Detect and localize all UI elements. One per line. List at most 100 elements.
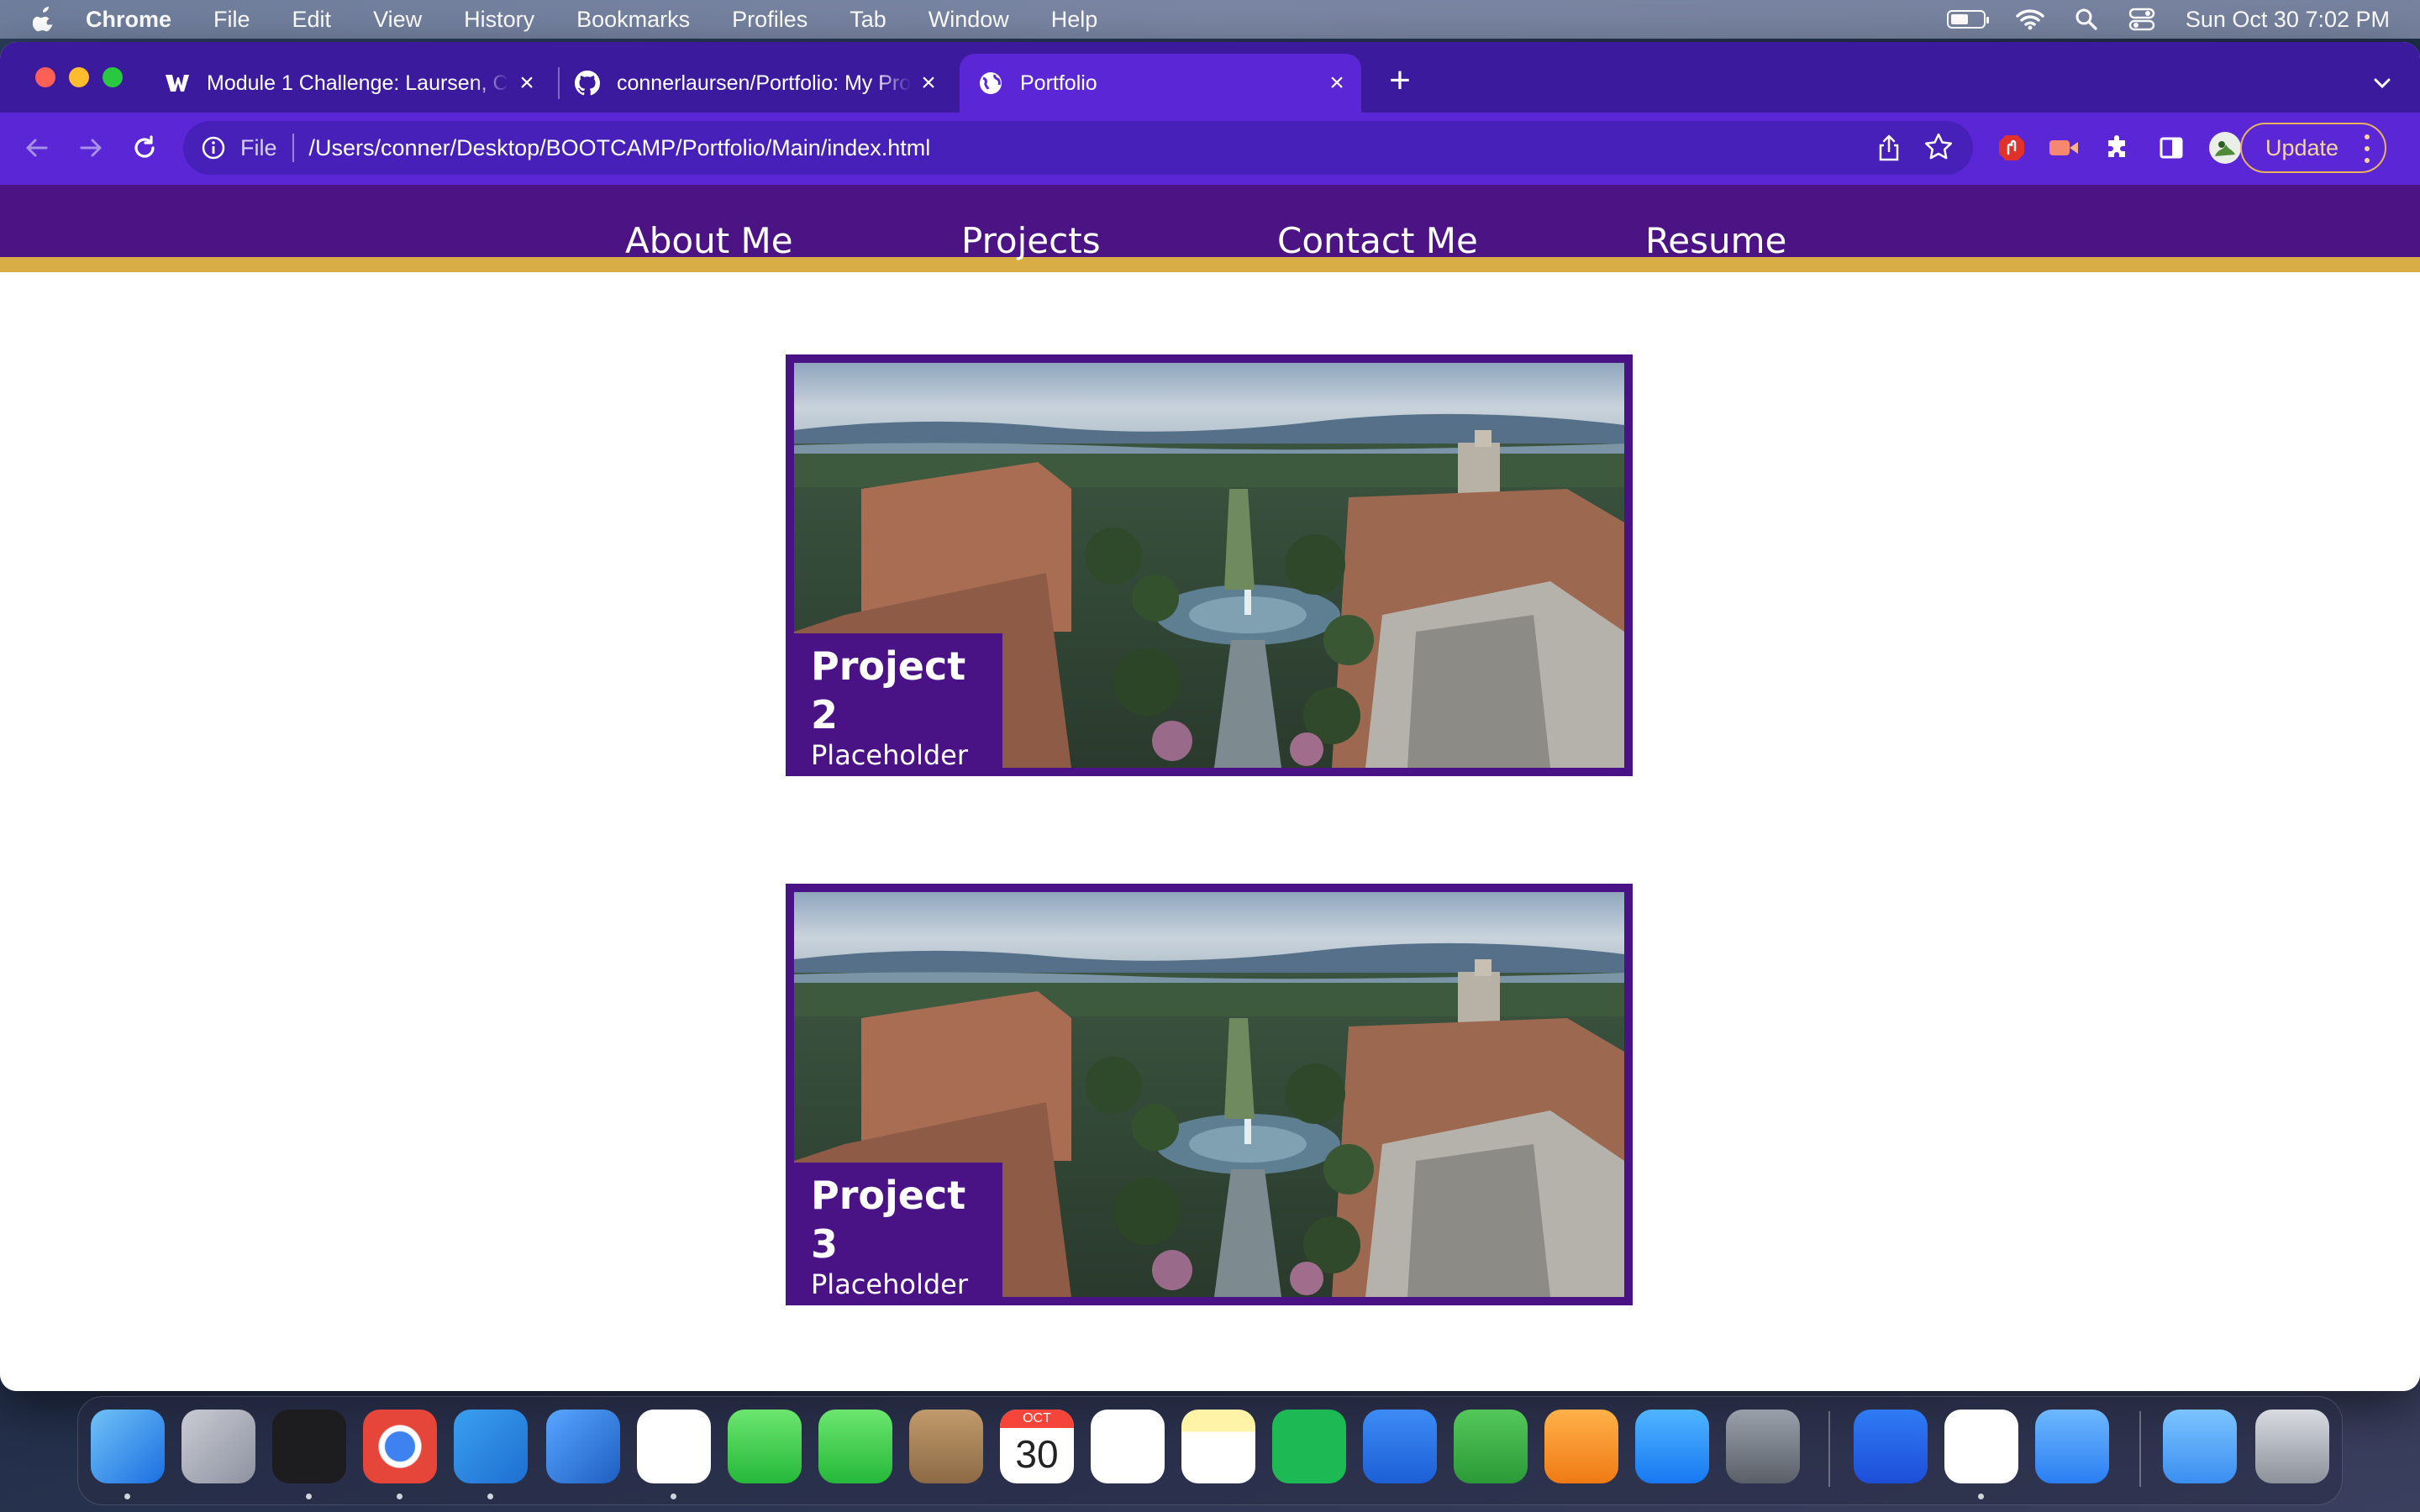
calendar-month: OCT — [1000, 1410, 1074, 1428]
close-tab-icon[interactable]: × — [514, 69, 539, 97]
menu-tab[interactable]: Tab — [850, 7, 886, 33]
menu-clock[interactable]: Sun Oct 30 7:02 PM — [2186, 7, 2390, 33]
new-tab-button[interactable]: + — [1383, 62, 1417, 99]
address-bar[interactable]: File /Users/conner/Desktop/BOOTCAMP/Port… — [183, 121, 1973, 175]
menu-help[interactable]: Help — [1051, 7, 1098, 33]
dock-chrome-icon[interactable] — [363, 1410, 437, 1483]
menu-history[interactable]: History — [464, 7, 534, 33]
tab-separator — [558, 67, 560, 99]
share-icon[interactable] — [1874, 133, 1904, 163]
menu-bookmarks[interactable]: Bookmarks — [576, 7, 690, 33]
browser-toolbar: File /Users/conner/Desktop/BOOTCAMP/Port… — [0, 113, 2420, 185]
dock-calendar-icon[interactable]: OCT 30 — [1000, 1410, 1074, 1483]
tab-github-portfolio[interactable]: connerlaursen/Portfolio: My Pro × — [575, 54, 953, 113]
site-nav-bar: About Me Projects Contact Me Resume — [0, 185, 2420, 272]
menu-app-name[interactable]: Chrome — [86, 7, 171, 33]
dock-finder-icon[interactable] — [91, 1410, 165, 1483]
tab-search-chevron-icon[interactable] — [2370, 71, 2395, 96]
dock-running-indicator — [487, 1494, 493, 1499]
dock-running-indicator — [397, 1494, 402, 1499]
menu-edit[interactable]: Edit — [292, 7, 332, 33]
nav-link-resume[interactable]: Resume — [1645, 220, 1786, 261]
project-caption: Project 2 Placeholder — [794, 633, 1002, 768]
dock-messages-icon[interactable] — [728, 1410, 802, 1483]
tab-title: Module 1 Challenge: Laursen, C — [207, 71, 508, 95]
dock-terminal-icon[interactable] — [272, 1410, 346, 1483]
url-text[interactable]: /Users/conner/Desktop/BOOTCAMP/Portfolio… — [309, 135, 931, 161]
profile-avatar[interactable] — [2208, 131, 2242, 165]
dock-pages-icon[interactable] — [1544, 1410, 1618, 1483]
menu-view[interactable]: View — [373, 7, 422, 33]
control-center-icon[interactable] — [2128, 8, 2155, 31]
calendar-day: 30 — [1015, 1432, 1059, 1476]
dock-facetime-icon[interactable] — [818, 1410, 892, 1483]
dock-xcode-icon[interactable] — [546, 1410, 620, 1483]
dock-app-store-icon[interactable] — [1635, 1410, 1709, 1483]
dock-notes-icon[interactable] — [1181, 1410, 1255, 1483]
dock-running-indicator — [124, 1494, 130, 1499]
menu-file[interactable]: File — [213, 7, 250, 33]
tab-title: connerlaursen/Portfolio: My Pro — [617, 71, 911, 95]
extensions-puzzle-icon[interactable] — [2101, 131, 2134, 165]
close-tab-icon[interactable]: × — [916, 69, 941, 97]
dock-slack-icon[interactable] — [637, 1410, 711, 1483]
extension-screencast-icon[interactable] — [2047, 131, 2081, 165]
nav-link-contact-me[interactable]: Contact Me — [1277, 220, 1478, 261]
dock-numbers-icon[interactable] — [1454, 1410, 1528, 1483]
dock-keynote-icon[interactable] — [1363, 1410, 1437, 1483]
macos-menu-bar: Chrome File Edit View History Bookmarks … — [0, 0, 2420, 39]
apple-menu-icon[interactable] — [32, 5, 57, 34]
w-logo-icon — [165, 71, 190, 96]
nav-link-projects[interactable]: Projects — [961, 220, 1101, 261]
battery-level — [1950, 14, 1968, 24]
dock-running-indicator — [671, 1494, 676, 1499]
wifi-icon[interactable] — [2016, 8, 2044, 30]
nav-link-about-me[interactable]: About Me — [625, 220, 793, 261]
minimize-window-button[interactable] — [69, 67, 89, 87]
close-window-button[interactable] — [35, 67, 55, 87]
bookmark-star-icon[interactable] — [1923, 131, 1954, 163]
update-label: Update — [2265, 134, 2339, 160]
back-button[interactable] — [18, 129, 55, 166]
dock-mail-icon[interactable] — [2035, 1410, 2109, 1483]
project-title: Project 2 — [811, 643, 966, 738]
project-title: Project 3 — [811, 1173, 966, 1267]
dock-contacts-icon[interactable] — [909, 1410, 983, 1483]
project-card-2[interactable]: Project 2 Placeholder — [786, 354, 1633, 776]
close-tab-icon[interactable]: × — [1324, 69, 1349, 97]
project-card-3[interactable]: Project 3 Placeholder — [786, 884, 1633, 1305]
dock-system-preferences-icon[interactable] — [1726, 1410, 1800, 1483]
chrome-window: Module 1 Challenge: Laursen, C × connerl… — [0, 42, 2420, 1391]
site-info-icon[interactable] — [198, 133, 229, 163]
menu-window[interactable]: Window — [929, 7, 1009, 33]
project-caption: Project 3 Placeholder — [794, 1163, 1002, 1297]
reload-button[interactable] — [126, 129, 163, 166]
dock-running-indicator — [1978, 1494, 1984, 1499]
project-subtitle: Placeholder — [811, 739, 968, 771]
battery-icon[interactable] — [1946, 10, 1989, 29]
dock-trash-icon[interactable] — [2255, 1410, 2329, 1483]
update-button[interactable]: Update — [2240, 123, 2386, 173]
dock-vs-code-insiders-icon[interactable] — [1944, 1410, 2018, 1483]
dock-separator — [1828, 1411, 1830, 1487]
dock-sourcetree-icon[interactable] — [1854, 1410, 1928, 1483]
spotlight-search-icon[interactable] — [2075, 8, 2098, 31]
menu-status-area: Sun Oct 30 7:02 PM — [1946, 0, 2390, 39]
menu-profiles[interactable]: Profiles — [732, 7, 808, 33]
forward-button[interactable] — [72, 129, 109, 166]
chrome-menu-icon[interactable] — [2363, 134, 2371, 163]
tab-portfolio-active[interactable]: Portfolio × — [960, 54, 1361, 113]
dock-vs-code-icon[interactable] — [454, 1410, 528, 1483]
extension-adblock-icon[interactable] — [1995, 131, 2028, 165]
dock-launchpad-icon[interactable] — [182, 1410, 255, 1483]
omnibox-divider — [292, 134, 294, 162]
side-panel-icon[interactable] — [2154, 131, 2188, 165]
globe-icon — [978, 71, 1003, 96]
dock-spotify-icon[interactable] — [1272, 1410, 1346, 1483]
tab-title: Portfolio — [1020, 71, 1097, 95]
zoom-window-button[interactable] — [103, 67, 123, 87]
dock-reminders-icon[interactable] — [1091, 1410, 1165, 1483]
dock-downloads-icon[interactable] — [2163, 1410, 2237, 1483]
tab-module-challenge[interactable]: Module 1 Challenge: Laursen, C × — [165, 54, 551, 113]
project-subtitle: Placeholder — [811, 1268, 968, 1300]
